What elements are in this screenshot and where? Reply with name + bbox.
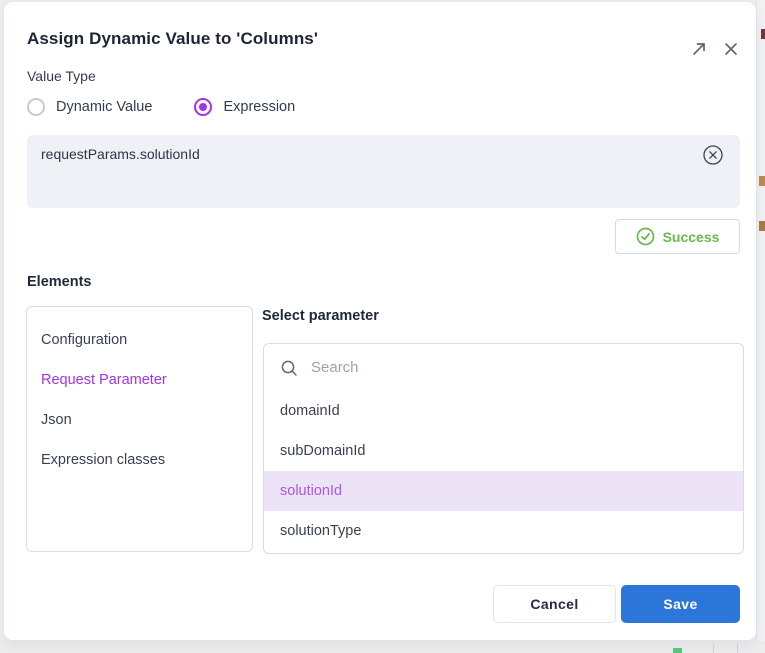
close-icon[interactable] [722,40,740,58]
background-fragment [759,221,765,231]
cancel-button[interactable]: Cancel [493,585,616,623]
check-circle-icon [636,227,655,246]
parameter-item-solutionid[interactable]: solutionId [264,471,743,511]
background-fragment [761,29,765,39]
expand-icon[interactable] [690,40,708,58]
background-fragment [673,648,682,653]
radio-dynamic-value[interactable]: Dynamic Value [27,98,152,116]
assign-dynamic-value-dialog: Assign Dynamic Value to 'Columns' Value … [4,2,756,640]
parameter-item-subdomainid[interactable]: subDomainId [264,431,743,471]
radio-label: Dynamic Value [56,99,152,115]
parameter-search-input[interactable] [311,359,727,376]
search-icon [280,359,298,377]
element-item-request-parameter[interactable]: Request Parameter [41,372,167,388]
value-type-radio-group: Dynamic Value Expression [27,98,295,116]
element-item-json[interactable]: Json [41,412,72,428]
clear-expression-icon[interactable] [702,144,724,166]
expression-editor[interactable]: requestParams.solutionId [27,135,740,208]
elements-list: Configuration Request Parameter Json Exp… [26,306,253,552]
radio-expression[interactable]: Expression [194,98,295,116]
success-status-button[interactable]: Success [615,219,740,254]
radio-circle-unselected-icon [27,98,45,116]
screen: Assign Dynamic Value to 'Columns' Value … [0,0,765,653]
background-fragment [759,176,765,186]
parameter-search-row [264,344,743,391]
save-button[interactable]: Save [621,585,740,623]
select-parameter-heading: Select parameter [262,308,379,324]
value-type-label: Value Type [27,68,96,84]
element-item-expression-classes[interactable]: Expression classes [41,452,165,468]
parameter-item-domainid[interactable]: domainId [264,391,743,431]
parameter-item-solutiontype[interactable]: solutionType [264,511,743,551]
expression-value: requestParams.solutionId [41,146,200,162]
element-item-configuration[interactable]: Configuration [41,332,127,348]
radio-label: Expression [223,99,295,115]
radio-circle-selected-icon [194,98,212,116]
success-label: Success [663,229,720,245]
elements-heading: Elements [27,274,91,290]
background-page-edge [756,0,765,653]
background-page-edge [0,641,765,653]
parameter-list: domainId subDomainId solutionId solution… [263,343,744,554]
background-table-line [737,644,738,653]
dialog-title: Assign Dynamic Value to 'Columns' [27,29,318,49]
background-table-line [713,644,714,653]
